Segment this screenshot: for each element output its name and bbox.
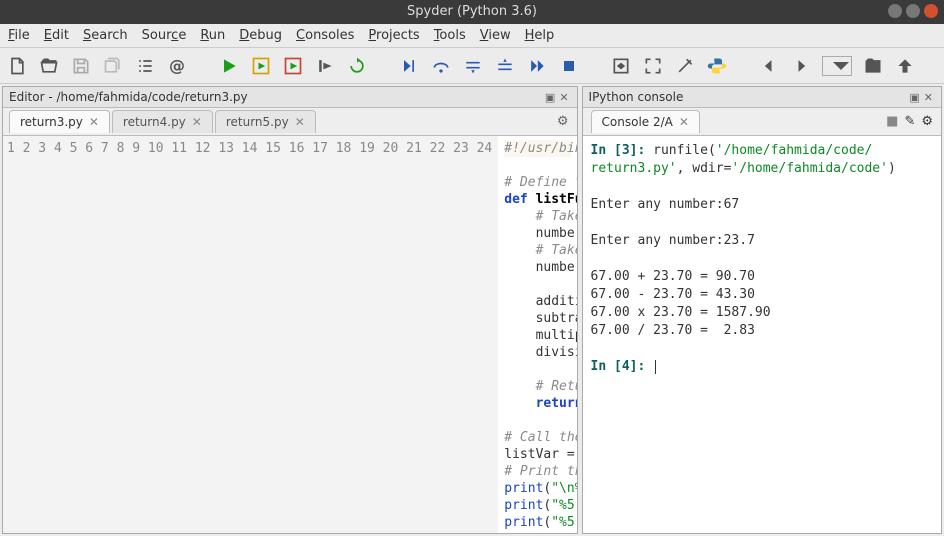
rerun-icon[interactable] (346, 55, 368, 77)
menu-run[interactable]: Run (200, 28, 225, 43)
run-cell-advance-icon[interactable] (282, 55, 304, 77)
menu-file[interactable]: File (8, 28, 30, 43)
save-all-icon[interactable] (102, 55, 124, 77)
open-file-icon[interactable] (38, 55, 60, 77)
close-icon[interactable]: ✕ (679, 115, 689, 129)
console-tab[interactable]: Console 2/A✕ (591, 110, 700, 133)
run-cell-icon[interactable] (250, 55, 272, 77)
debug-stop-icon[interactable] (558, 55, 580, 77)
code-editor[interactable]: 1 2 3 4 5 6 7 8 9 10 11 12 13 14 15 16 1… (3, 136, 577, 533)
save-icon[interactable] (70, 55, 92, 77)
maximize-pane-icon[interactable] (610, 55, 632, 77)
menu-view[interactable]: View (480, 28, 511, 43)
menubar: File Edit Search Source Run Debug Consol… (0, 24, 944, 48)
menu-consoles[interactable]: Consoles (296, 28, 354, 43)
debug-step-over-icon[interactable] (430, 55, 452, 77)
close-icon[interactable]: ✕ (295, 115, 305, 129)
debug-step-icon[interactable] (398, 55, 420, 77)
debug-continue-icon[interactable] (526, 55, 548, 77)
toolbar: @ (0, 48, 944, 84)
tab-return3[interactable]: return3.py✕ (9, 110, 110, 133)
console-stop-icon[interactable]: ■ (886, 114, 898, 129)
editor-tabbar: return3.py✕ return4.py✕ return5.py✕ ⚙ (3, 108, 577, 136)
close-icon[interactable]: ✕ (192, 115, 202, 129)
console-pane: IPython console ▣ ✕ Console 2/A✕ ■ ✎ ⚙ I… (582, 86, 942, 534)
line-gutter: 1 2 3 4 5 6 7 8 9 10 11 12 13 14 15 16 1… (3, 136, 498, 533)
code-area[interactable]: #!/usr/bin/env python3 # Define function… (498, 136, 576, 533)
editor-dock-icon[interactable]: ▣ (543, 91, 557, 104)
tab-return4[interactable]: return4.py✕ (112, 110, 213, 133)
menu-source[interactable]: Source (142, 28, 187, 43)
fullscreen-icon[interactable] (642, 55, 664, 77)
console-close-pane-icon[interactable]: ✕ (922, 91, 935, 104)
close-icon[interactable]: ✕ (89, 115, 99, 129)
editor-pane-title: Editor - /home/fahmida/code/return3.py (9, 90, 248, 104)
list-icon[interactable] (134, 55, 156, 77)
tab-return5[interactable]: return5.py✕ (215, 110, 316, 133)
menu-projects[interactable]: Projects (368, 28, 419, 43)
console-edit-icon[interactable]: ✎ (904, 114, 915, 129)
new-file-icon[interactable] (6, 55, 28, 77)
tab-options-icon[interactable]: ⚙ (557, 114, 569, 129)
back-icon[interactable] (758, 55, 780, 77)
menu-debug[interactable]: Debug (239, 28, 282, 43)
run-icon[interactable] (218, 55, 240, 77)
window-close-icon[interactable] (924, 4, 938, 18)
debug-step-in-icon[interactable] (462, 55, 484, 77)
preferences-icon[interactable] (674, 55, 696, 77)
debug-step-out-icon[interactable] (494, 55, 516, 77)
run-selection-icon[interactable] (314, 55, 336, 77)
parent-dir-icon[interactable] (894, 55, 916, 77)
editor-pane: Editor - /home/fahmida/code/return3.py ▣… (2, 86, 578, 534)
editor-close-pane-icon[interactable]: ✕ (557, 91, 570, 104)
window-maximize-icon[interactable] (906, 4, 920, 18)
menu-search[interactable]: Search (83, 28, 128, 43)
console-dock-icon[interactable]: ▣ (907, 91, 921, 104)
cursor (655, 360, 656, 374)
window-minimize-icon[interactable] (888, 4, 902, 18)
window-title: Spyder (Python 3.6) (407, 4, 537, 19)
menu-edit[interactable]: Edit (44, 28, 69, 43)
menu-tools[interactable]: Tools (434, 28, 466, 43)
window-titlebar: Spyder (Python 3.6) (0, 0, 944, 24)
console-pane-title: IPython console (589, 90, 684, 104)
at-icon[interactable]: @ (166, 55, 188, 77)
python-path-icon[interactable] (706, 55, 728, 77)
working-dir-combo[interactable] (822, 56, 852, 76)
forward-icon[interactable] (790, 55, 812, 77)
console-options-icon[interactable]: ⚙ (921, 114, 933, 129)
menu-help[interactable]: Help (525, 28, 555, 43)
console-output[interactable]: In [3]: runfile('/home/fahmida/code/ ret… (583, 136, 941, 533)
browse-dir-icon[interactable] (862, 55, 884, 77)
